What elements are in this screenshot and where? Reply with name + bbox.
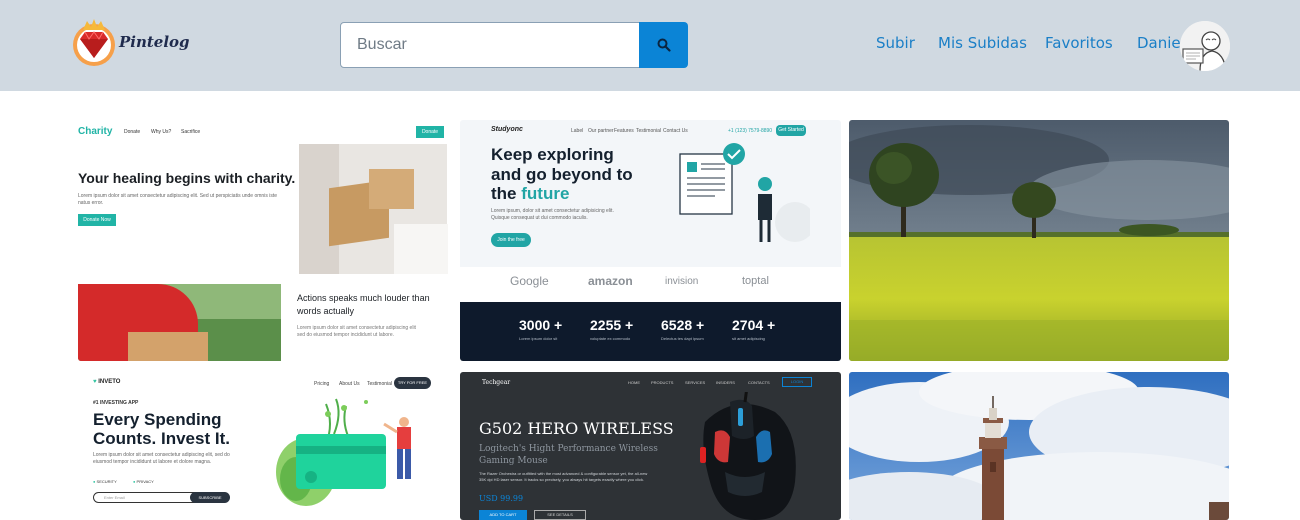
logo-text[interactable]: Pintelog — [119, 33, 190, 51]
charity-menu-1: Donate — [124, 129, 141, 135]
invest-menu-3: Testimonial — [367, 381, 393, 387]
mouse-brand: Techgear — [482, 379, 511, 386]
study-phone: +1 (123) 7579-8890 — [728, 128, 773, 134]
study-logo-amazon: amazon — [588, 274, 633, 288]
user-avatar-icon — [1180, 21, 1230, 71]
charity-menu-2: Why Us? — [151, 129, 172, 135]
invest-menu-2: About Us — [339, 381, 360, 387]
invest-headline-1: Every Spending — [93, 410, 222, 429]
invest-menu-1: Pricing — [314, 381, 330, 387]
lock-icon: ● — [133, 479, 136, 484]
mouse-see-details: SEE DETAILS — [534, 510, 586, 520]
pin-card-landscape-photo[interactable] — [849, 120, 1229, 361]
study-menu-3: Features — [614, 128, 634, 134]
mouse-menu-1: HOME — [628, 380, 640, 385]
mouse-menu-5: CONTACTS — [748, 380, 770, 385]
nav-favorites[interactable]: Favoritos — [1045, 34, 1113, 52]
mouse-product-image — [700, 392, 796, 520]
pin-card-tower-photo[interactable] — [849, 372, 1229, 520]
diamond-crown-icon — [73, 19, 115, 66]
study-logo-toptal: toptal — [742, 275, 769, 287]
stat-label: Lorem ipsum dolor sit — [519, 336, 558, 341]
charity-body: Lorem ipsum dolor sit amet consectetur a… — [78, 193, 277, 206]
nav-my-uploads[interactable]: Mis Subidas — [938, 34, 1027, 52]
invest-brand: ♥ INVETO — [93, 379, 121, 385]
charity-brand: Charity — [78, 126, 113, 137]
charity-menu-3: Sacrifice — [181, 129, 201, 135]
invest-badge-security: ● SECURITY — [93, 479, 117, 484]
charity-volunteer-photo — [78, 284, 281, 361]
pin-card-charity[interactable]: Charity Donate Why Us? Sacrifice Donate … — [78, 120, 448, 361]
user-avatar[interactable] — [1180, 21, 1230, 71]
study-headline-2: and go beyond to — [491, 165, 633, 184]
pin-card-invest[interactable]: ♥ INVETO Pricing About Us Testimonial TR… — [78, 372, 448, 520]
study-menu-4: Testimonial — [636, 128, 662, 134]
mouse-subhead-1: Logitech's Hight Performance Wireless — [479, 444, 658, 454]
mouse-body: The Razer Orchestra or outfitted with th… — [479, 471, 648, 482]
mouse-menu-4: INSIDERS — [716, 380, 735, 385]
study-join-button: Join the free — [491, 233, 531, 247]
stat-value: 6528 + — [661, 317, 705, 333]
search-bar — [340, 22, 688, 68]
study-menu-5: Contact Us — [663, 128, 688, 134]
charity-donate-button: Donate Now — [78, 214, 116, 226]
tower-photo — [849, 372, 1229, 520]
search-button[interactable] — [639, 22, 688, 68]
pin-card-study[interactable]: Studyonc Label Our partner Features Test… — [460, 120, 841, 361]
study-headline-3: the future — [491, 184, 570, 203]
invest-illustration — [276, 398, 411, 506]
mouse-add-to-cart: ADD TO CART — [479, 510, 527, 520]
pin-card-gaming-mouse[interactable]: Techgear HOME PRODUCTS SERVICES INSIDERS… — [460, 372, 841, 520]
study-illustration — [679, 143, 810, 242]
study-logo-google: Google — [510, 274, 549, 288]
top-header: Pintelog Subir Mis Subidas Favoritos Dan… — [0, 0, 1300, 91]
leaf-icon: ♥ — [93, 379, 97, 385]
stat-value: 2255 + — [590, 317, 634, 333]
nav-user-name[interactable]: Daniel — [1137, 34, 1185, 52]
mouse-menu-3: SERVICES — [685, 380, 706, 385]
invest-kicker: #1 INVESTING APP — [93, 400, 139, 406]
mouse-menu-2: PRODUCTS — [651, 380, 674, 385]
study-stats-band: 3000 + Lorem ipsum dolor sit 2255 + volu… — [460, 302, 841, 361]
invest-subscribe-button: SUBSCRIBE — [190, 492, 230, 503]
mouse-login-button: LOGIN — [782, 377, 812, 387]
shield-icon: ● — [93, 479, 96, 484]
invest-email-field: Enter Email SUBSCRIBE — [93, 492, 230, 503]
study-get-started: Get Started — [776, 125, 806, 136]
invest-body: Lorem ipsum dolor sit amet consectetur a… — [93, 452, 230, 465]
invest-email-placeholder: Enter Email — [104, 495, 125, 500]
mouse-subhead-2: Gaming Mouse — [479, 456, 548, 466]
charity-boxes-photo — [299, 144, 448, 274]
invest-headline-2: Counts. Invest It. — [93, 429, 230, 448]
charity-headline: Your healing begins with charity. — [78, 170, 296, 186]
search-input[interactable] — [340, 22, 640, 68]
mouse-headline: G502 HERO WIRELESS — [479, 419, 674, 438]
study-headline-1: Keep exploring — [491, 145, 614, 164]
stat-label: sit amet adipiscing — [732, 336, 765, 341]
charity-subhead: Actions speaks much louder than words ac… — [297, 293, 430, 316]
invest-try-button: TRY FOR FREE — [394, 377, 431, 389]
mouse-price: USD 99.99 — [479, 494, 524, 503]
search-icon — [657, 38, 671, 52]
charity-donate-top: Donate — [416, 126, 444, 138]
invest-badge-privacy: ● PRIVACY — [133, 479, 154, 484]
study-body: Lorem ipsum, dolor sit amet consectetur … — [491, 208, 614, 221]
study-menu-2: Our partner — [588, 128, 614, 134]
landscape-photo — [849, 120, 1229, 361]
study-menu-1: Label — [571, 128, 584, 134]
nav-upload[interactable]: Subir — [876, 34, 915, 52]
stat-label: voluptate ex commodo — [590, 336, 631, 341]
stat-label: Delectus tes dapt ipsum — [661, 336, 704, 341]
study-brand: Studyonc — [491, 126, 523, 133]
stat-value: 2704 + — [732, 317, 776, 333]
stat-value: 3000 + — [519, 317, 563, 333]
study-logo-invision: invision — [665, 276, 699, 287]
charity-subbody: Lorem ipsum dolor sit amet consectetur a… — [297, 325, 416, 338]
